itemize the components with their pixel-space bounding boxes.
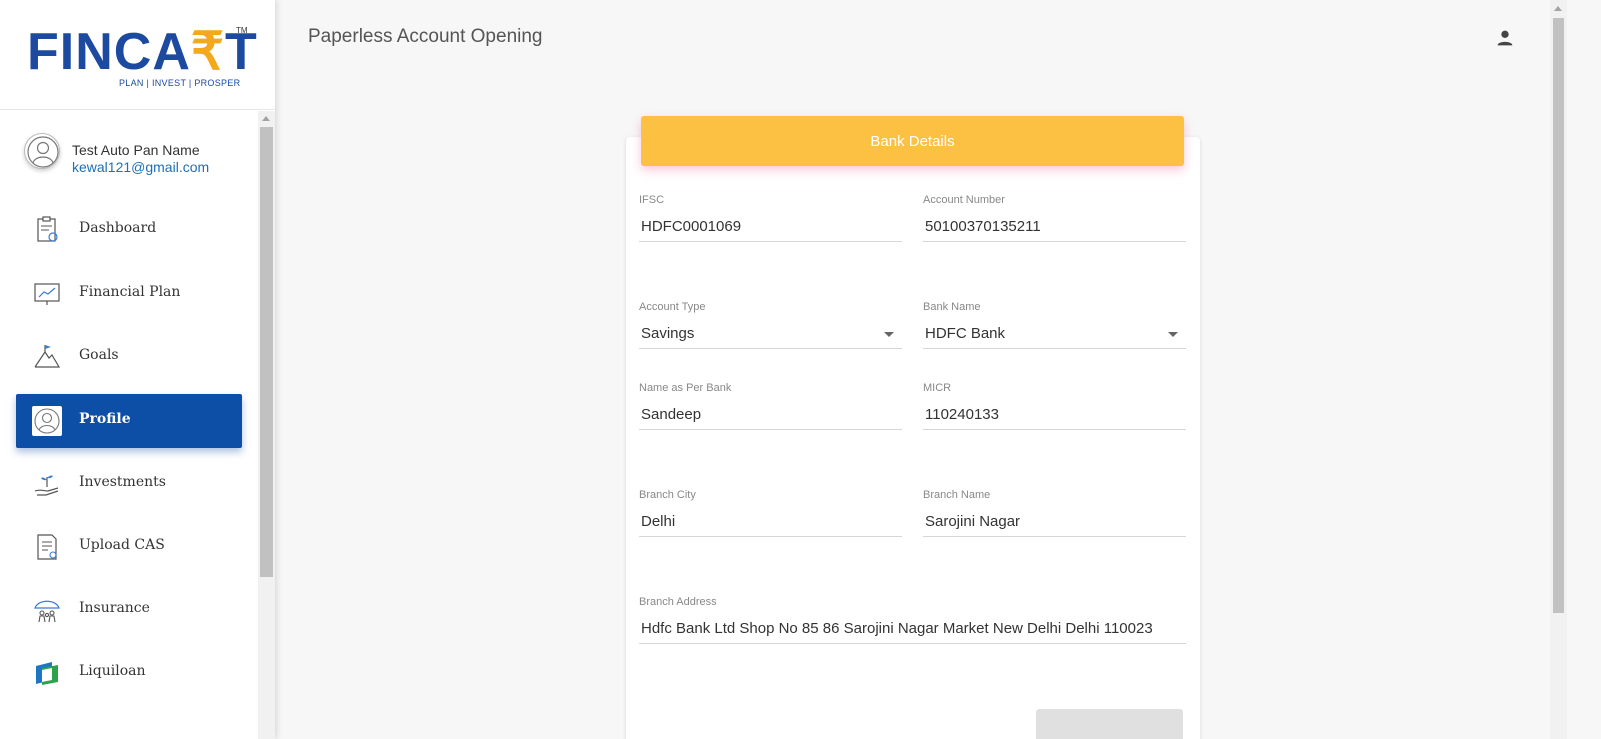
logo-area: FINCA ₹ T TM PLAN | INVEST | PROSPER xyxy=(0,0,275,110)
document-icon xyxy=(37,534,57,560)
page-scrollbar[interactable] xyxy=(1550,0,1567,739)
field-value[interactable]: Delhi xyxy=(641,513,675,530)
field-value[interactable]: HDFC0001069 xyxy=(641,218,741,235)
field-label: Branch Name xyxy=(923,489,991,501)
field-value[interactable]: Savings xyxy=(641,325,694,342)
sidebar: FINCA ₹ T TM PLAN | INVEST | PROSPER Test … xyxy=(0,0,275,739)
liquiloan-logo-icon xyxy=(36,662,58,685)
field-underline xyxy=(923,241,1186,242)
sidebar-item-liquiloan[interactable]: Liquiloan xyxy=(16,646,242,700)
chart-icon xyxy=(34,283,60,305)
card-header: Bank Details xyxy=(641,116,1184,166)
submit-button[interactable] xyxy=(1036,709,1183,739)
dashboard-icon xyxy=(37,216,58,242)
user-email: kewal121@gmail.com xyxy=(72,159,210,175)
sidebar-item-label: Financial Plan xyxy=(79,284,181,300)
field-value[interactable]: Sarojini Nagar xyxy=(925,513,1020,530)
field-underline xyxy=(639,429,902,430)
sidebar-item-investments[interactable]: Investments xyxy=(16,457,242,511)
user-profile-icon xyxy=(32,406,62,436)
field-label: Name as Per Bank xyxy=(639,382,732,394)
sidebar-item-label: Insurance xyxy=(79,600,150,616)
field-label: IFSC xyxy=(639,194,665,206)
account-icon[interactable] xyxy=(1494,27,1516,49)
page-title: Paperless Account Opening xyxy=(308,26,543,47)
field-underline xyxy=(923,348,1186,349)
field-underline xyxy=(923,429,1186,430)
sidebar-item-label: Investments xyxy=(79,474,166,490)
field-label: Branch City xyxy=(639,489,696,501)
field-value[interactable]: Sandeep xyxy=(641,406,701,423)
sidebar-item-financial-plan[interactable]: Financial Plan xyxy=(16,267,242,321)
sidebar-scrollbar-thumb[interactable] xyxy=(260,127,273,577)
scroll-up-arrow-icon[interactable] xyxy=(1554,6,1562,11)
scroll-up-arrow-icon[interactable] xyxy=(262,116,270,121)
logo-wordmark: FINCA ₹ T xyxy=(27,23,258,81)
sidebar-item-label: Profile xyxy=(79,411,131,427)
field-label: MICR xyxy=(923,382,952,394)
sidebar-item-label: Upload CAS xyxy=(79,537,165,553)
logo-tm: TM xyxy=(236,26,248,35)
sidebar-scroll-area: Test Auto Pan Name kewal121@gmail.com Da… xyxy=(0,111,275,739)
user-card: Test Auto Pan Name kewal121@gmail.com xyxy=(24,133,254,183)
field-label: Branch Address xyxy=(639,596,717,608)
mountain-flag-icon xyxy=(34,345,61,368)
plant-hand-icon xyxy=(34,475,59,496)
sidebar-item-dashboard[interactable]: Dashboard xyxy=(16,203,242,257)
field-value[interactable]: 110240133 xyxy=(925,406,999,423)
dropdown-arrow-icon[interactable] xyxy=(884,332,894,337)
logo-tagline: PLAN | INVEST | PROSPER xyxy=(119,78,241,88)
field-underline xyxy=(639,536,902,537)
sidebar-item-profile[interactable]: Profile xyxy=(16,394,242,448)
field-value[interactable]: 50100370135211 xyxy=(925,218,1041,235)
field-underline xyxy=(639,348,902,349)
field-label: Account Number xyxy=(923,194,1005,206)
page-scrollbar-thumb[interactable] xyxy=(1553,18,1564,613)
field-label: Bank Name xyxy=(923,301,981,313)
sidebar-scrollbar[interactable] xyxy=(258,111,275,739)
sidebar-item-label: Goals xyxy=(79,347,119,363)
field-underline xyxy=(639,643,1186,644)
user-avatar-icon xyxy=(27,136,59,168)
fincart-logo[interactable]: FINCA ₹ T TM PLAN | INVEST | PROSPER xyxy=(27,23,258,88)
sidebar-item-goals[interactable]: Goals xyxy=(16,330,242,384)
card-title: Bank Details xyxy=(870,132,955,150)
sidebar-item-upload-cas[interactable]: Upload CAS xyxy=(16,520,242,574)
field-label: Account Type xyxy=(639,301,706,313)
sidebar-item-label: Liquiloan xyxy=(79,663,146,679)
sidebar-item-label: Dashboard xyxy=(79,220,157,236)
avatar[interactable] xyxy=(24,133,60,169)
umbrella-family-icon xyxy=(34,600,60,623)
dropdown-arrow-icon[interactable] xyxy=(1168,332,1178,337)
user-name: Test Auto Pan Name xyxy=(72,142,200,158)
sidebar-item-insurance[interactable]: Insurance xyxy=(16,583,242,637)
field-underline xyxy=(639,241,902,242)
field-value[interactable]: Hdfc Bank Ltd Shop No 85 86 Sarojini Nag… xyxy=(641,620,1153,637)
field-value[interactable]: HDFC Bank xyxy=(925,325,1005,342)
field-underline xyxy=(923,536,1186,537)
